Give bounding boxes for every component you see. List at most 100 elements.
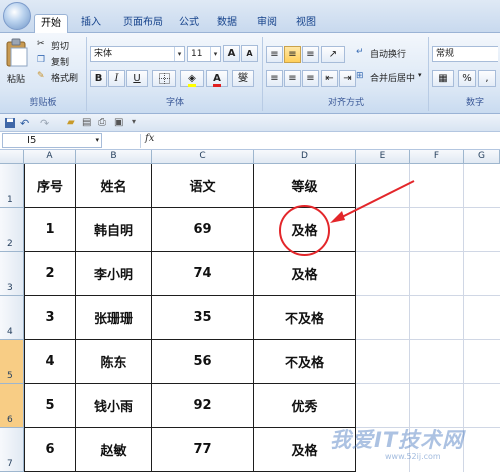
tab-review[interactable]: 审阅 bbox=[254, 14, 280, 33]
comma-button[interactable]: , bbox=[478, 70, 496, 87]
formula-bar: I5 ▾ fx bbox=[0, 132, 500, 150]
font-name-value: 宋体 bbox=[94, 49, 113, 59]
shrink-font-button[interactable]: A bbox=[241, 45, 258, 62]
align-middle-icon: ≡ bbox=[288, 49, 297, 60]
table-cell[interactable]: 3 bbox=[25, 296, 76, 340]
align-left-button[interactable]: ≡ bbox=[266, 70, 283, 87]
row-number: 4 bbox=[7, 327, 13, 337]
tab-data[interactable]: 数据 bbox=[214, 14, 240, 33]
table-cell[interactable]: 赵敏 bbox=[76, 428, 152, 472]
column-header-f[interactable]: F bbox=[410, 150, 464, 164]
row-header-2[interactable]: 2 bbox=[0, 208, 24, 252]
shrink-font-label: A bbox=[246, 49, 253, 58]
table-cell[interactable]: 优秀 bbox=[254, 384, 356, 428]
print-preview-icon[interactable]: ▤ bbox=[82, 117, 94, 129]
currency-button[interactable]: ▦ bbox=[432, 70, 454, 87]
column-header-c[interactable]: C bbox=[152, 150, 254, 164]
underline-button[interactable]: U bbox=[126, 70, 148, 87]
paste-button[interactable]: 粘贴 bbox=[4, 38, 32, 90]
table-cell[interactable]: 不及格 bbox=[254, 296, 356, 340]
number-format-select[interactable]: 常规 bbox=[432, 46, 498, 62]
column-header-d[interactable]: D bbox=[254, 150, 356, 164]
table-cell[interactable]: 74 bbox=[152, 252, 254, 296]
fill-color-button[interactable]: ◈ bbox=[180, 70, 204, 87]
align-right-button[interactable]: ≡ bbox=[302, 70, 319, 87]
undo-icon[interactable]: ↶ bbox=[20, 117, 32, 130]
table-cell[interactable]: 钱小雨 bbox=[76, 384, 152, 428]
align-middle-button[interactable]: ≡ bbox=[284, 46, 301, 63]
align-top-button[interactable]: ≡ bbox=[266, 46, 283, 63]
italic-button[interactable]: I bbox=[108, 70, 125, 87]
column-header-b[interactable]: B bbox=[76, 150, 152, 164]
fill-bucket-icon: ◈ bbox=[188, 73, 196, 87]
ribbon-home: 粘贴 ✂ 剪切 ❐ 复制 ✎ 格式刷 剪贴板 宋体 ▾ 11 ▾ A A B I… bbox=[0, 33, 500, 114]
borders-icon bbox=[158, 73, 170, 84]
header-cell-chinese[interactable]: 语文 bbox=[152, 164, 254, 208]
column-header-e[interactable]: E bbox=[356, 150, 410, 164]
save-icon[interactable] bbox=[4, 117, 16, 129]
quick-access-toolbar: ↶ ↷ ▰ ▤ ⎙ ▣ ▾ bbox=[0, 114, 500, 132]
row-header-6[interactable]: 6 bbox=[0, 384, 24, 428]
tab-home[interactable]: 开始 bbox=[34, 14, 68, 33]
tab-page-layout[interactable]: 页面布局 bbox=[118, 14, 168, 33]
column-header-g[interactable]: G bbox=[464, 150, 500, 164]
font-name-select[interactable]: 宋体 ▾ bbox=[90, 46, 185, 62]
print-icon[interactable]: ⎙ bbox=[98, 117, 110, 129]
align-center-button[interactable]: ≡ bbox=[284, 70, 301, 87]
phonetic-button[interactable]: 燮 bbox=[232, 70, 254, 87]
function-icon[interactable]: fx bbox=[145, 133, 154, 144]
screenshot-icon[interactable]: ▣ bbox=[114, 117, 126, 129]
percent-button[interactable]: % bbox=[458, 70, 476, 87]
alignment-group-label: 对齐方式 bbox=[327, 98, 364, 108]
column-header-a[interactable]: A bbox=[24, 150, 76, 164]
orientation-icon: ↗ bbox=[328, 49, 338, 60]
table-cell[interactable]: 不及格 bbox=[254, 340, 356, 384]
orientation-button[interactable]: ↗ bbox=[321, 46, 345, 63]
decrease-indent-button[interactable]: ⇤ bbox=[321, 70, 338, 87]
table-cell[interactable]: 92 bbox=[152, 384, 254, 428]
table-cell[interactable]: 张珊珊 bbox=[76, 296, 152, 340]
table-cell[interactable]: 陈东 bbox=[76, 340, 152, 384]
name-box[interactable]: I5 ▾ bbox=[2, 133, 102, 148]
cut-label: 剪切 bbox=[51, 42, 70, 52]
row-header-5[interactable]: 5 bbox=[0, 340, 24, 384]
table-cell[interactable]: 李小明 bbox=[76, 252, 152, 296]
customize-toolbar-icon[interactable]: ▾ bbox=[132, 117, 144, 129]
brush-icon: ✎ bbox=[37, 71, 45, 81]
bold-button[interactable]: B bbox=[90, 70, 107, 87]
header-cell-seq[interactable]: 序号 bbox=[25, 164, 76, 208]
office-button[interactable] bbox=[3, 2, 31, 30]
table-cell[interactable]: 4 bbox=[25, 340, 76, 384]
redo-icon[interactable]: ↷ bbox=[40, 117, 52, 130]
table-cell[interactable]: 5 bbox=[25, 384, 76, 428]
font-color-button[interactable]: A bbox=[206, 70, 228, 87]
row-header-3[interactable]: 3 bbox=[0, 252, 24, 296]
formula-input[interactable] bbox=[162, 133, 498, 148]
row-header-7[interactable]: 7 bbox=[0, 428, 24, 472]
grow-font-button[interactable]: A bbox=[223, 45, 240, 62]
tab-view[interactable]: 视图 bbox=[293, 14, 319, 33]
tab-insert[interactable]: 插入 bbox=[78, 14, 104, 33]
borders-button[interactable] bbox=[152, 70, 176, 87]
chevron-down-icon: ▾ bbox=[210, 47, 220, 61]
align-bottom-button[interactable]: ≡ bbox=[302, 46, 319, 63]
row-header-1[interactable]: 1 bbox=[0, 164, 24, 208]
tab-formulas[interactable]: 公式 bbox=[176, 14, 202, 33]
table-cell[interactable]: 2 bbox=[25, 252, 76, 296]
header-cell-name[interactable]: 姓名 bbox=[76, 164, 152, 208]
row-header-4[interactable]: 4 bbox=[0, 296, 24, 340]
table-cell[interactable]: 1 bbox=[25, 208, 76, 252]
table-cell[interactable]: 6 bbox=[25, 428, 76, 472]
table-cell[interactable]: 69 bbox=[152, 208, 254, 252]
table-cell[interactable]: 77 bbox=[152, 428, 254, 472]
table-cell[interactable]: 56 bbox=[152, 340, 254, 384]
font-size-select[interactable]: 11 ▾ bbox=[187, 46, 221, 62]
table-cell[interactable]: 及格 bbox=[254, 252, 356, 296]
gridline bbox=[356, 339, 500, 340]
table-cell[interactable]: 韩自明 bbox=[76, 208, 152, 252]
select-all-corner[interactable] bbox=[0, 150, 24, 164]
open-folder-icon[interactable]: ▰ bbox=[67, 117, 79, 129]
table-cell[interactable]: 35 bbox=[152, 296, 254, 340]
bold-label: B bbox=[94, 73, 103, 84]
increase-indent-button[interactable]: ⇥ bbox=[339, 70, 356, 87]
